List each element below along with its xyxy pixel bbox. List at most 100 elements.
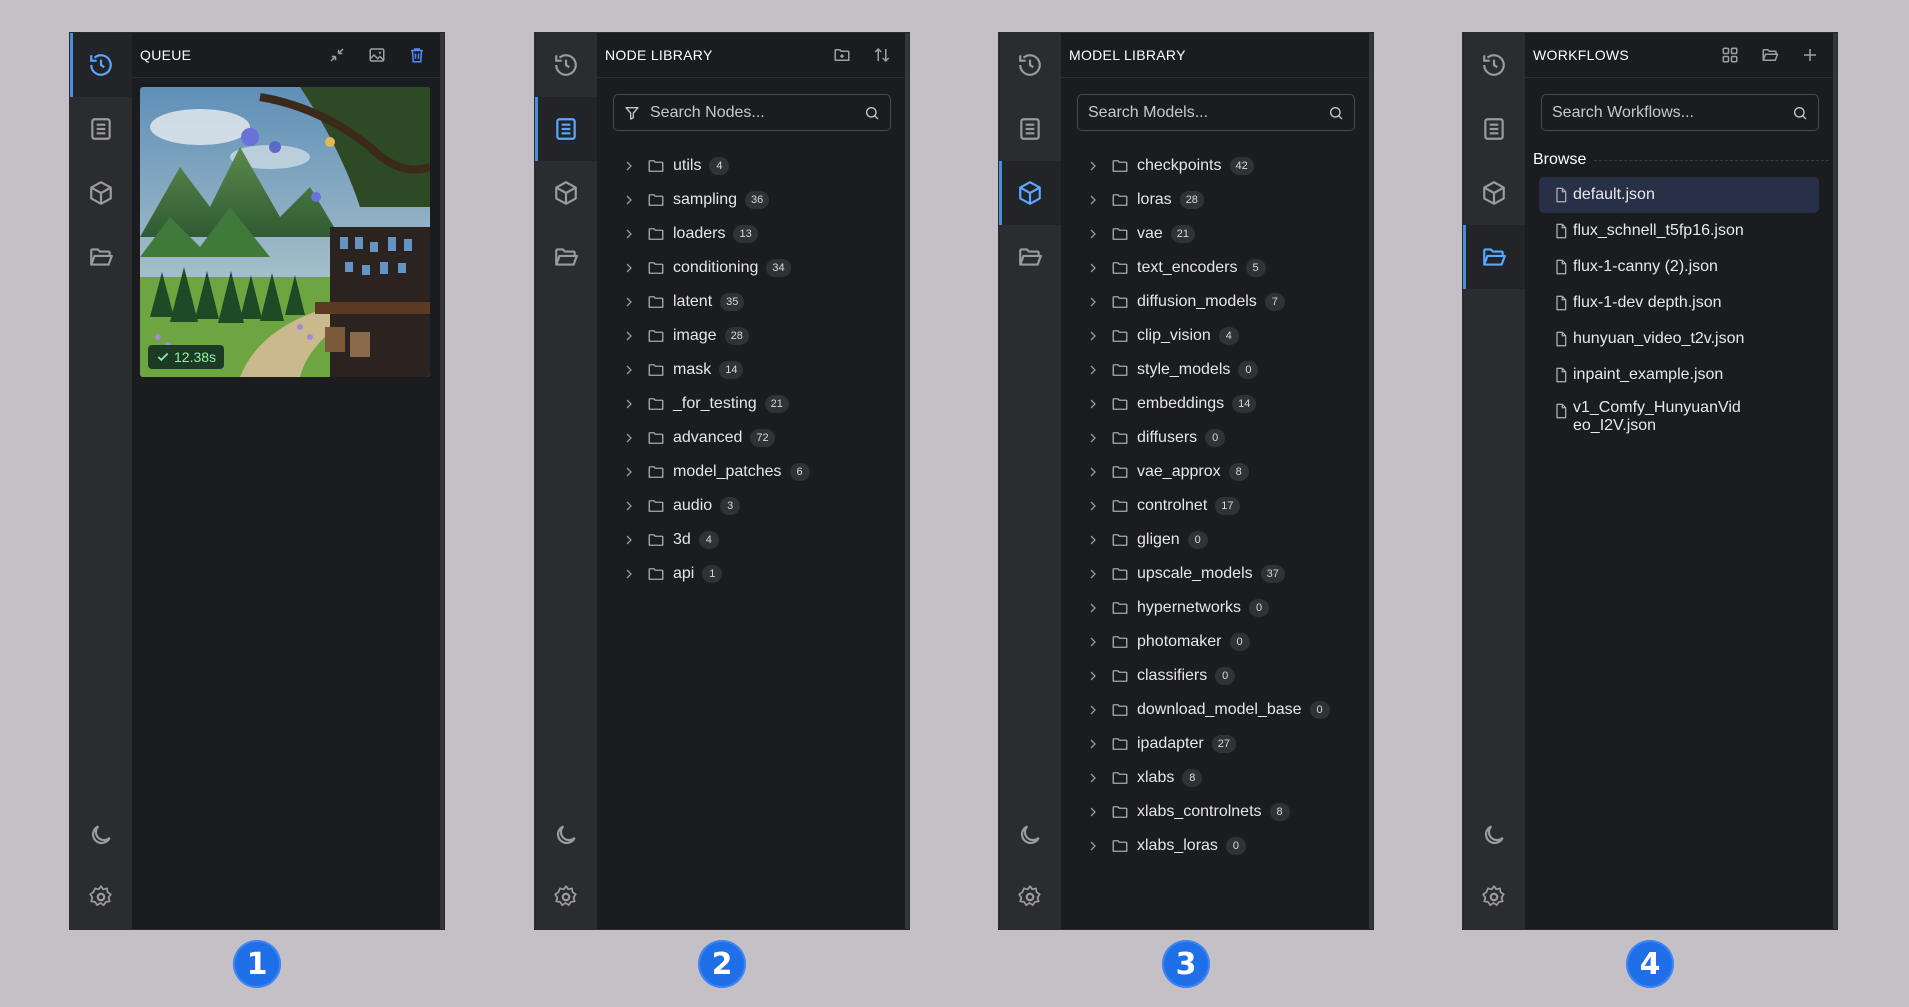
model-library-tab[interactable]	[1463, 161, 1525, 225]
tree-folder-row[interactable]: loaders 13	[597, 217, 905, 251]
tree-folder-row[interactable]: diffusion_models 7	[1061, 285, 1369, 319]
tree-folder-row[interactable]: loras 28	[1061, 183, 1369, 217]
chevron-right-icon[interactable]	[1087, 194, 1099, 206]
chevron-right-icon[interactable]	[623, 398, 635, 410]
search-models-input[interactable]: Search Models...	[1077, 94, 1355, 131]
tree-folder-row[interactable]: download_model_base 0	[1061, 693, 1369, 727]
workflow-item[interactable]: flux-1-dev depth.json	[1539, 285, 1819, 321]
search-workflows-input[interactable]: Search Workflows...	[1541, 94, 1819, 131]
tree-folder-row[interactable]: api 1	[597, 557, 905, 591]
chevron-right-icon[interactable]	[1087, 738, 1099, 750]
tree-folder-row[interactable]: upscale_models 37	[1061, 557, 1369, 591]
history-tab[interactable]	[535, 33, 597, 97]
chevron-right-icon[interactable]	[623, 432, 635, 444]
workflows-tab[interactable]	[535, 225, 597, 289]
tree-folder-row[interactable]: xlabs 8	[1061, 761, 1369, 795]
workflows-tab[interactable]	[70, 225, 132, 289]
chevron-right-icon[interactable]	[623, 364, 635, 376]
new-workflow-button[interactable]	[1795, 40, 1825, 70]
open-workflow-button[interactable]	[1755, 40, 1785, 70]
tree-folder-row[interactable]: gligen 0	[1061, 523, 1369, 557]
tree-folder-row[interactable]: controlnet 17	[1061, 489, 1369, 523]
tree-folder-row[interactable]: photomaker 0	[1061, 625, 1369, 659]
chevron-right-icon[interactable]	[1087, 534, 1099, 546]
tree-folder-row[interactable]: style_models 0	[1061, 353, 1369, 387]
tree-folder-row[interactable]: image 28	[597, 319, 905, 353]
sort-button[interactable]	[867, 40, 897, 70]
tree-folder-row[interactable]: audio 3	[597, 489, 905, 523]
settings-button[interactable]	[70, 865, 132, 929]
tree-folder-row[interactable]: classifiers 0	[1061, 659, 1369, 693]
chevron-right-icon[interactable]	[1087, 466, 1099, 478]
chevron-right-icon[interactable]	[1087, 228, 1099, 240]
tree-folder-row[interactable]: ipadapter 27	[1061, 727, 1369, 761]
chevron-right-icon[interactable]	[1087, 296, 1099, 308]
history-tab[interactable]	[999, 33, 1061, 97]
tree-folder-row[interactable]: xlabs_loras 0	[1061, 829, 1369, 863]
tree-folder-row[interactable]: model_patches 6	[597, 455, 905, 489]
chevron-right-icon[interactable]	[623, 534, 635, 546]
chevron-right-icon[interactable]	[623, 568, 635, 580]
chevron-right-icon[interactable]	[1087, 330, 1099, 342]
tree-folder-row[interactable]: _for_testing 21	[597, 387, 905, 421]
theme-toggle[interactable]	[999, 803, 1061, 867]
chevron-right-icon[interactable]	[1087, 262, 1099, 274]
new-folder-button[interactable]	[827, 40, 857, 70]
settings-button[interactable]	[1463, 865, 1525, 929]
node-library-tab[interactable]	[999, 97, 1061, 161]
tree-folder-row[interactable]: checkpoints 42	[1061, 149, 1369, 183]
chevron-right-icon[interactable]	[623, 330, 635, 342]
theme-toggle[interactable]	[535, 803, 597, 867]
tree-folder-row[interactable]: conditioning 34	[597, 251, 905, 285]
workflows-tab[interactable]	[999, 225, 1061, 289]
chevron-right-icon[interactable]	[1087, 432, 1099, 444]
chevron-right-icon[interactable]	[1087, 364, 1099, 376]
tree-folder-row[interactable]: advanced 72	[597, 421, 905, 455]
settings-button[interactable]	[999, 865, 1061, 929]
tree-folder-row[interactable]: 3d 4	[597, 523, 905, 557]
chevron-right-icon[interactable]	[1087, 670, 1099, 682]
tree-folder-row[interactable]: vae 21	[1061, 217, 1369, 251]
chevron-right-icon[interactable]	[1087, 636, 1099, 648]
tree-folder-row[interactable]: clip_vision 4	[1061, 319, 1369, 353]
image-view-button[interactable]	[362, 40, 392, 70]
chevron-right-icon[interactable]	[1087, 602, 1099, 614]
theme-toggle[interactable]	[1463, 803, 1525, 867]
queue-result-image[interactable]: 12.38s	[140, 87, 430, 377]
chevron-right-icon[interactable]	[1087, 500, 1099, 512]
model-library-tab[interactable]	[70, 161, 132, 225]
tree-folder-row[interactable]: hypernetworks 0	[1061, 591, 1369, 625]
tree-folder-row[interactable]: xlabs_controlnets 8	[1061, 795, 1369, 829]
chevron-right-icon[interactable]	[1087, 704, 1099, 716]
chevron-right-icon[interactable]	[623, 160, 635, 172]
model-library-tab[interactable]	[999, 161, 1061, 225]
theme-toggle[interactable]	[70, 803, 132, 867]
workflow-item[interactable]: v1_Comfy_HunyuanVideo_I2V.json	[1539, 393, 1819, 441]
chevron-right-icon[interactable]	[623, 194, 635, 206]
workflow-item[interactable]: hunyuan_video_t2v.json	[1539, 321, 1819, 357]
model-library-tab[interactable]	[535, 161, 597, 225]
workflow-item[interactable]: inpaint_example.json	[1539, 357, 1819, 393]
workflows-tab[interactable]	[1463, 225, 1525, 289]
collapse-button[interactable]	[322, 40, 352, 70]
clear-queue-button[interactable]	[402, 40, 432, 70]
workflow-item[interactable]: flux_schnell_t5fp16.json	[1539, 213, 1819, 249]
filter-icon[interactable]	[624, 105, 640, 121]
chevron-right-icon[interactable]	[1087, 840, 1099, 852]
chevron-right-icon[interactable]	[623, 228, 635, 240]
history-tab[interactable]	[1463, 33, 1525, 97]
settings-button[interactable]	[535, 865, 597, 929]
node-library-tab[interactable]	[70, 97, 132, 161]
chevron-right-icon[interactable]	[623, 466, 635, 478]
tree-folder-row[interactable]: utils 4	[597, 149, 905, 183]
tree-folder-row[interactable]: mask 14	[597, 353, 905, 387]
chevron-right-icon[interactable]	[1087, 806, 1099, 818]
workflow-item[interactable]: default.json	[1539, 177, 1819, 213]
node-library-tab[interactable]	[1463, 97, 1525, 161]
grid-view-button[interactable]	[1715, 40, 1745, 70]
tree-folder-row[interactable]: sampling 36	[597, 183, 905, 217]
chevron-right-icon[interactable]	[623, 296, 635, 308]
tree-folder-row[interactable]: latent 35	[597, 285, 905, 319]
tree-folder-row[interactable]: text_encoders 5	[1061, 251, 1369, 285]
tree-folder-row[interactable]: vae_approx 8	[1061, 455, 1369, 489]
